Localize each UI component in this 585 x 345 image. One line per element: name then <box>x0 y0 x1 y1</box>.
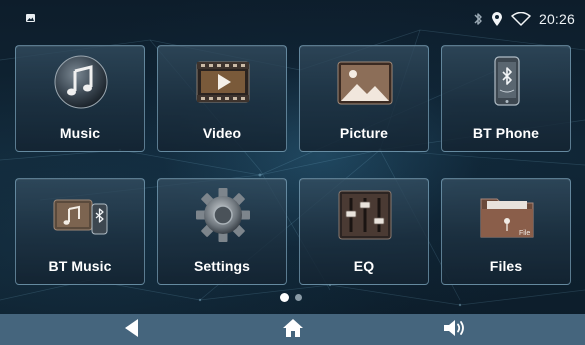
location-pin-icon <box>491 12 502 26</box>
music-note-icon <box>54 55 108 109</box>
wifi-icon <box>511 12 531 26</box>
home-screen: 20:26 Music Video Picture BT Phone BT Mu… <box>0 0 585 345</box>
app-tile-files[interactable]: File Files <box>441 178 571 285</box>
home-icon <box>283 319 303 337</box>
status-bar: 20:26 <box>0 0 585 34</box>
back-button[interactable] <box>112 317 152 342</box>
app-tile-bt-phone[interactable]: BT Phone <box>441 45 571 152</box>
navigation-bar <box>0 314 585 345</box>
app-label: Settings <box>193 258 251 274</box>
volume-button[interactable] <box>434 317 474 342</box>
app-label: Music <box>59 125 101 141</box>
app-label: BT Music <box>48 258 112 274</box>
app-tile-picture[interactable]: Picture <box>299 45 429 152</box>
app-label: BT Phone <box>472 125 540 141</box>
app-label: Video <box>202 125 242 141</box>
film-play-icon <box>196 61 250 103</box>
app-label: Picture <box>339 125 389 141</box>
bluetooth-music-icon <box>53 199 108 235</box>
page-dot-active[interactable] <box>280 292 289 302</box>
app-tile-video[interactable]: Video <box>157 45 287 152</box>
app-label: EQ <box>353 258 375 274</box>
bluetooth-phone-icon <box>494 56 520 106</box>
image-notification-icon <box>26 14 35 22</box>
folder-icon: File <box>480 198 534 238</box>
app-label: Files <box>489 258 523 274</box>
volume-icon <box>444 320 464 336</box>
landscape-picture-icon <box>337 61 393 105</box>
app-tile-bt-music[interactable]: BT Music <box>15 178 145 285</box>
clock: 20:26 <box>538 11 575 27</box>
app-tile-eq[interactable]: EQ <box>299 178 429 285</box>
gear-icon <box>196 188 250 242</box>
page-indicator <box>280 292 302 302</box>
app-tile-music[interactable]: Music <box>15 45 145 152</box>
bluetooth-icon <box>474 13 482 25</box>
app-tile-settings[interactable]: Settings <box>157 178 287 285</box>
folder-icon-text: File <box>519 230 530 237</box>
page-dot[interactable] <box>295 293 302 301</box>
back-icon <box>125 319 138 337</box>
status-icons: 20:26 <box>473 9 575 29</box>
home-button[interactable] <box>273 317 313 342</box>
equalizer-sliders-icon <box>338 190 392 240</box>
